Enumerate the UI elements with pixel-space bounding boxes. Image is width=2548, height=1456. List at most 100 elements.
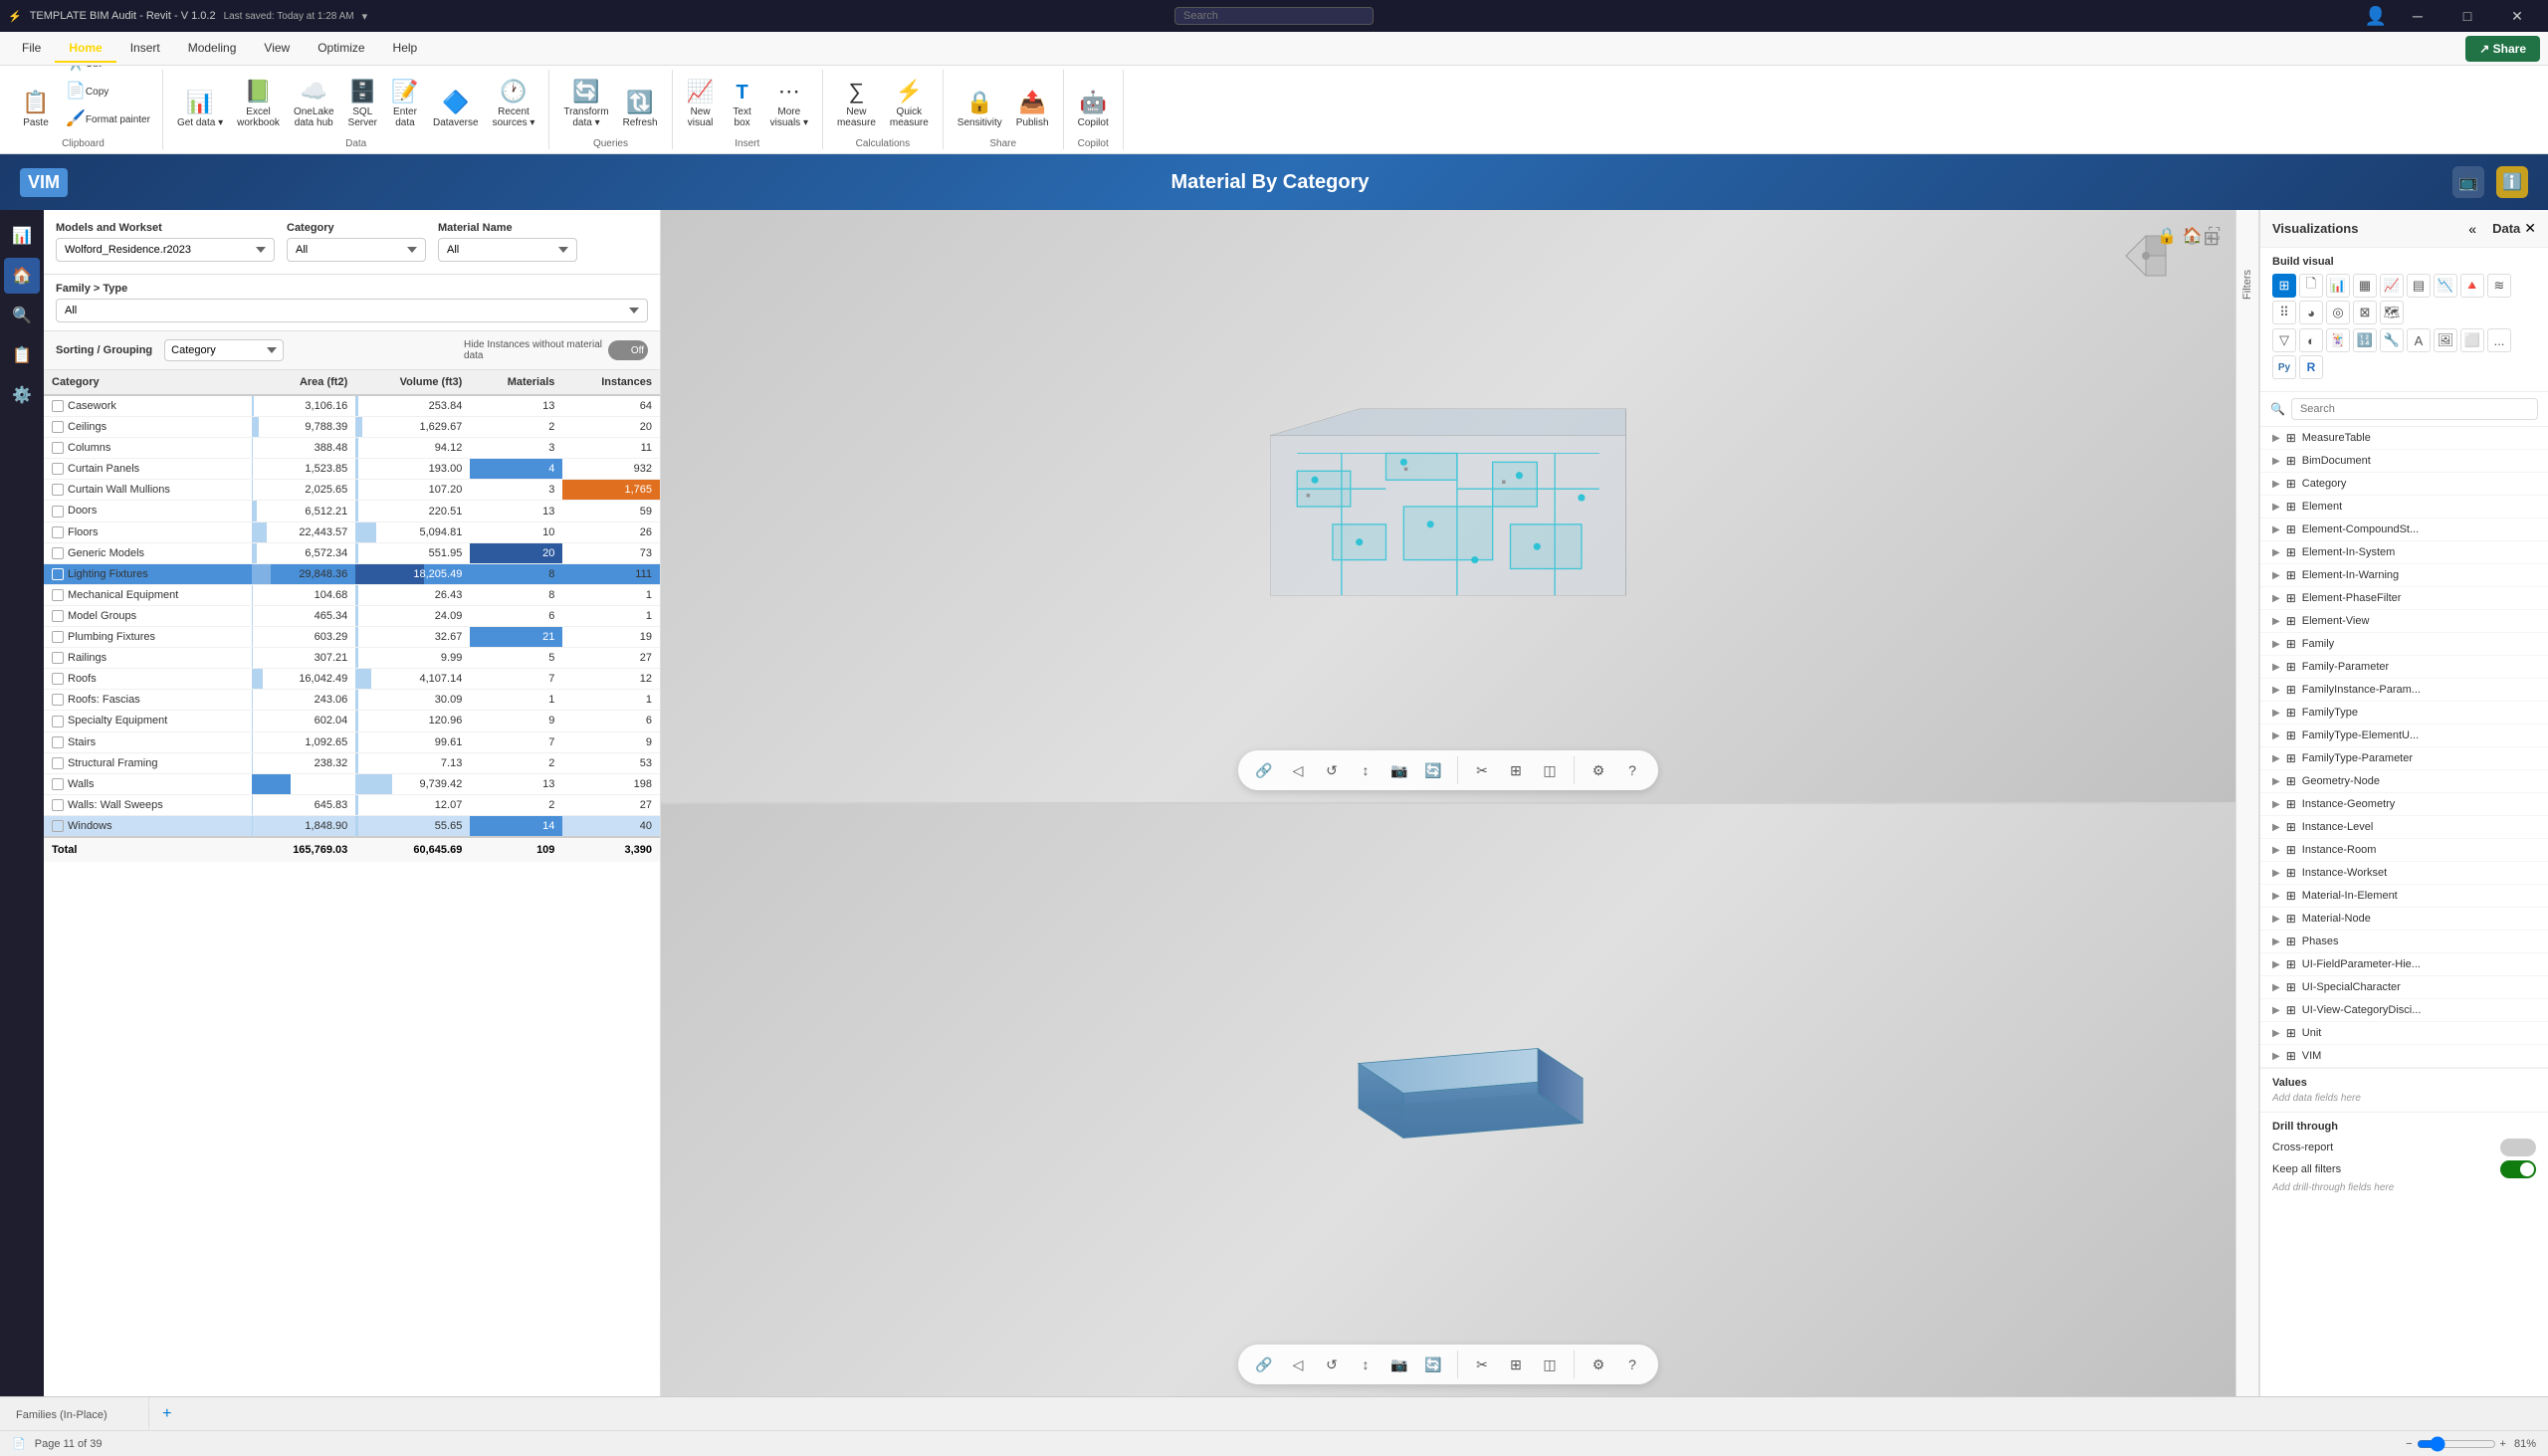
close-data-icon[interactable]: ✕ — [2524, 220, 2536, 237]
viz-gauge-icon[interactable]: ◐ — [2299, 328, 2323, 352]
text-box-button[interactable]: T Textbox — [723, 78, 762, 132]
viz-ribbon-icon[interactable]: ≋ — [2487, 274, 2511, 298]
viz-stacked-col-icon[interactable]: ▤ — [2407, 274, 2431, 298]
viz-bar-icon[interactable]: 📊 — [2326, 274, 2350, 298]
measure-tool-b[interactable]: ⊞ — [1502, 1351, 1530, 1378]
table-row[interactable]: Curtain Wall Mullions2,025.65107.2031,76… — [44, 480, 660, 501]
new-measure-button[interactable]: ∑ Newmeasure — [831, 75, 882, 132]
add-tab-button[interactable]: + — [153, 1400, 181, 1428]
data-field-item[interactable]: ▶⊞Element-PhaseFilter — [2260, 587, 2548, 610]
help-tool[interactable]: ? — [1618, 756, 1646, 784]
sidebar-icon-report[interactable]: 📊 — [4, 218, 40, 254]
material-name-select[interactable]: All — [438, 238, 577, 262]
quick-measure-button[interactable]: ⚡ Quickmeasure — [884, 75, 935, 132]
data-field-item[interactable]: ▶⊞Instance-Room — [2260, 839, 2548, 862]
pan-tool-b[interactable]: ◁ — [1284, 1351, 1312, 1378]
table-row[interactable]: Columns388.4894.12311 — [44, 438, 660, 459]
keep-filters-toggle[interactable] — [2500, 1160, 2536, 1178]
isolate-tool-b[interactable]: ◫ — [1536, 1351, 1564, 1378]
data-field-item[interactable]: ▶⊞Category — [2260, 473, 2548, 496]
data-field-item[interactable]: ▶⊞UI-FieldParameter-Hie... — [2260, 953, 2548, 976]
maximize-button[interactable]: □ — [2444, 2, 2490, 30]
bottom-tab[interactable]: Families (No Geometry) — [0, 1427, 149, 1431]
sidebar-icon-data[interactable]: 📋 — [4, 337, 40, 373]
tab-help[interactable]: Help — [379, 35, 432, 63]
minimize-button[interactable]: ─ — [2395, 2, 2441, 30]
data-field-item[interactable]: ▶⊞Phases — [2260, 931, 2548, 953]
cut-button[interactable]: ✂️ Cut — [62, 66, 154, 77]
rotate-tool-b[interactable]: ↺ — [1318, 1351, 1346, 1378]
settings-tool-b[interactable]: ⚙ — [1585, 1351, 1612, 1378]
camera-tool-b[interactable]: 📷 — [1385, 1351, 1413, 1378]
table-row[interactable]: Structural Framing238.327.13253 — [44, 752, 660, 773]
help-tool-b[interactable]: ? — [1618, 1351, 1646, 1378]
excel-button[interactable]: 📗 Excelworkbook — [231, 75, 286, 132]
table-row[interactable]: Casework3,106.16253.841364 — [44, 395, 660, 417]
table-row[interactable]: Generic Models6,572.34551.952073 — [44, 542, 660, 563]
viz-slicer-icon[interactable]: 🔧 — [2380, 328, 2404, 352]
view-lock-icon[interactable]: 🔒 — [2157, 226, 2177, 246]
share-button[interactable]: ↗ Share — [2465, 36, 2540, 62]
viz-scatter-icon[interactable]: ⠿ — [2272, 301, 2296, 324]
data-field-item[interactable]: ▶⊞UI-View-CategoryDisci... — [2260, 999, 2548, 1022]
data-field-item[interactable]: ▶⊞MeasureTable — [2260, 427, 2548, 450]
data-field-item[interactable]: ▶⊞Element-In-System — [2260, 541, 2548, 564]
publish-button[interactable]: 📤 Publish — [1010, 86, 1055, 132]
data-field-item[interactable]: ▶⊞Element-CompoundSt... — [2260, 519, 2548, 541]
viz-line-icon[interactable]: 📉 — [2434, 274, 2457, 298]
viz-donut-icon[interactable]: ◎ — [2326, 301, 2350, 324]
sorting-select[interactable]: Category — [164, 339, 284, 361]
table-row[interactable]: Stairs1,092.6599.6179 — [44, 731, 660, 752]
hide-instances-toggle[interactable]: Off — [608, 340, 648, 360]
view-expand-icon[interactable]: ⛶ — [2209, 226, 2220, 246]
viz-pie-icon[interactable]: ◕ — [2299, 301, 2323, 324]
zoom-in-btn[interactable]: + — [2500, 1438, 2506, 1450]
sidebar-icon-search[interactable]: 🔍 — [4, 298, 40, 333]
viz-shape-icon[interactable]: ⬜ — [2460, 328, 2484, 352]
data-field-item[interactable]: ▶⊞Instance-Geometry — [2260, 793, 2548, 816]
viz-area-icon[interactable]: 🔺 — [2460, 274, 2484, 298]
viz-card-icon[interactable]: 🃏 — [2326, 328, 2350, 352]
section-tool-b[interactable]: ✂ — [1468, 1351, 1496, 1378]
bottom-tab[interactable]: Families (In-Place) — [0, 1401, 149, 1427]
data-field-item[interactable]: ▶⊞Instance-Workset — [2260, 862, 2548, 885]
measure-tool[interactable]: ⊞ — [1502, 756, 1530, 784]
table-row[interactable]: Doors6,512.21220.511359 — [44, 501, 660, 521]
viz-text-icon[interactable]: A — [2407, 328, 2431, 352]
data-field-item[interactable]: ▶⊞Geometry-Node — [2260, 770, 2548, 793]
viz-kpi-icon[interactable]: 🔢 — [2353, 328, 2377, 352]
paste-button[interactable]: 📋 Paste — [12, 86, 60, 132]
format-painter-button[interactable]: 🖌️ Format painter — [62, 106, 154, 132]
data-field-item[interactable]: ▶⊞Material-In-Element — [2260, 885, 2548, 908]
link-tool-b[interactable]: 🔗 — [1250, 1351, 1278, 1378]
onelake-button[interactable]: ☁️ OneLakedata hub — [288, 75, 340, 132]
viz-map-icon[interactable]: 🗺 — [2380, 301, 2404, 324]
user-icon[interactable]: 👤 — [2365, 6, 2387, 27]
data-field-item[interactable]: ▶⊞FamilyType-ElementU... — [2260, 725, 2548, 747]
table-row[interactable]: Plumbing Fixtures603.2932.672119 — [44, 627, 660, 648]
orbit-tool-b[interactable]: 🔄 — [1419, 1351, 1447, 1378]
viz-r-icon[interactable]: R — [2299, 355, 2323, 379]
family-type-select[interactable]: All — [56, 299, 648, 322]
viz-funnel-icon[interactable]: ▽ — [2272, 328, 2296, 352]
refresh-button[interactable]: 🔃 Refresh — [617, 86, 664, 132]
table-row[interactable]: Mechanical Equipment104.6826.4381 — [44, 584, 660, 605]
viz-table-icon[interactable]: ⊞ — [2272, 274, 2296, 298]
data-field-item[interactable]: ▶⊞Family-Parameter — [2260, 656, 2548, 679]
collapse-icon[interactable]: « — [2468, 221, 2476, 237]
tab-modeling[interactable]: Modeling — [174, 35, 251, 63]
table-row[interactable]: Roofs: Fascias243.0630.0911 — [44, 690, 660, 711]
data-field-item[interactable]: ▶⊞Element-View — [2260, 610, 2548, 633]
filters-sidebar-label[interactable]: Filters — [2241, 270, 2253, 300]
info-icon[interactable]: ℹ️ — [2496, 166, 2528, 198]
isolate-tool[interactable]: ◫ — [1536, 756, 1564, 784]
viz-matrix-icon[interactable]: 🗋 — [2299, 274, 2323, 298]
settings-tool[interactable]: ⚙ — [1585, 756, 1612, 784]
data-search-input[interactable] — [2291, 398, 2538, 420]
data-field-item[interactable]: ▶⊞Element — [2260, 496, 2548, 519]
table-row[interactable]: Curtain Panels1,523.85193.004932 — [44, 459, 660, 480]
data-field-item[interactable]: ▶⊞FamilyInstance-Param... — [2260, 679, 2548, 702]
zoom-slider[interactable] — [2417, 1436, 2496, 1452]
tab-file[interactable]: File — [8, 35, 55, 63]
table-row[interactable]: Walls61,369.279,739.4213198 — [44, 773, 660, 794]
